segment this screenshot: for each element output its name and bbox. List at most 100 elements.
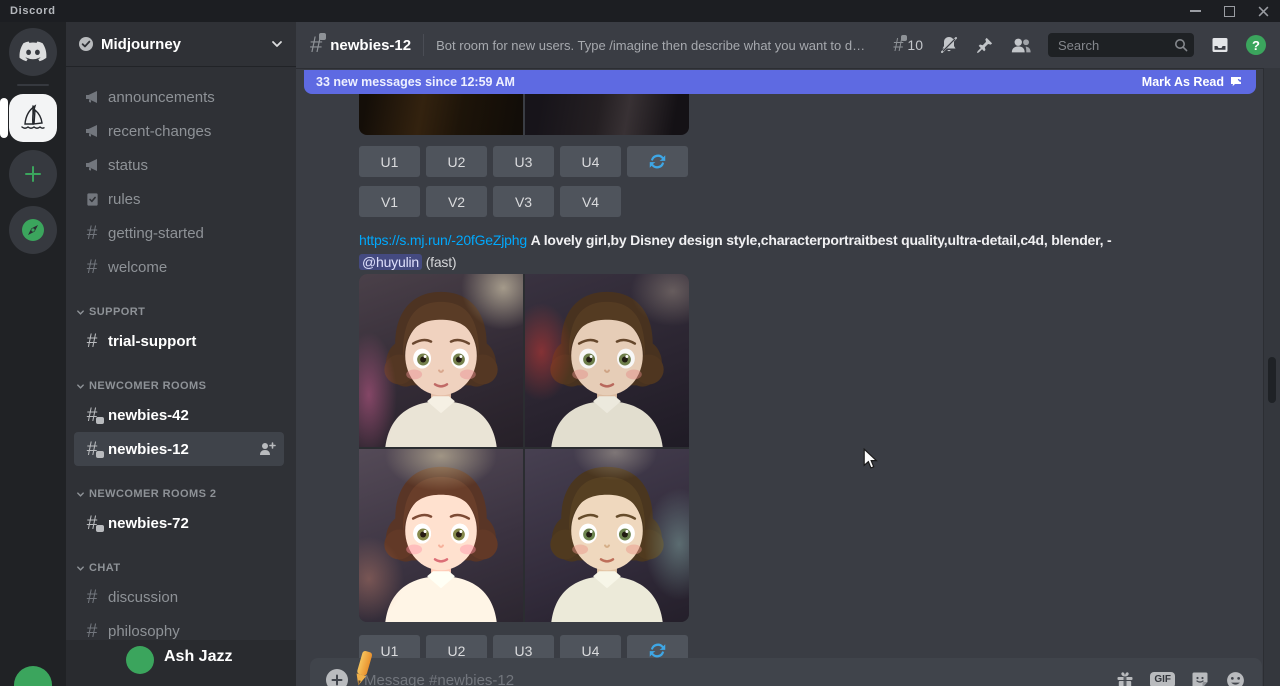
rail-avatar-partial[interactable] bbox=[14, 666, 52, 686]
chevron-down-icon bbox=[76, 382, 85, 391]
refresh-icon bbox=[649, 642, 666, 659]
gif-button[interactable]: GIF bbox=[1150, 672, 1175, 686]
discord-logo-icon bbox=[18, 40, 48, 64]
upscale-4-button[interactable]: U4 bbox=[560, 146, 621, 177]
rail-separator bbox=[17, 84, 49, 86]
category-support[interactable]: SUPPORT bbox=[66, 300, 296, 324]
megaphone-icon bbox=[82, 89, 102, 105]
message-input[interactable] bbox=[362, 671, 1103, 686]
search-input[interactable] bbox=[1056, 37, 1174, 54]
category-chat[interactable]: CHAT bbox=[66, 556, 296, 580]
plus-icon bbox=[22, 163, 44, 185]
channel-topic[interactable]: Bot room for new users. Type /imagine th… bbox=[436, 38, 866, 53]
help-button[interactable]: ? bbox=[1246, 35, 1266, 55]
channel-newbies-42[interactable]: # newbies-42 bbox=[74, 398, 284, 432]
mark-as-read-label: Mark As Read bbox=[1142, 75, 1224, 89]
upscale-3-button[interactable]: U3 bbox=[493, 146, 554, 177]
user-avatar[interactable] bbox=[126, 646, 154, 674]
search-bar[interactable] bbox=[1048, 33, 1194, 57]
new-messages-text: 33 new messages since 12:59 AM bbox=[316, 75, 515, 89]
message-scroll-region[interactable]: U1 U2 U3 U4 V1 V2 V3 V4 https://s.mj.run… bbox=[296, 68, 1264, 686]
reroll-button[interactable] bbox=[627, 146, 688, 177]
variation-1-button[interactable]: V1 bbox=[359, 186, 420, 217]
hash-chat-icon: # bbox=[82, 514, 102, 533]
header-divider bbox=[423, 34, 424, 56]
upscale-button-row: U1 U2 U3 U4 bbox=[359, 146, 1264, 177]
plus-icon bbox=[331, 674, 343, 686]
channel-label: getting-started bbox=[108, 225, 276, 242]
channel-newbies-72[interactable]: # newbies-72 bbox=[74, 506, 284, 540]
previous-image-right[interactable] bbox=[525, 94, 689, 135]
generated-image-quadrant-1[interactable] bbox=[359, 274, 523, 447]
invite-member-icon[interactable] bbox=[258, 441, 276, 457]
new-messages-bar[interactable]: 33 new messages since 12:59 AM Mark As R… bbox=[304, 70, 1256, 94]
previous-image-left[interactable] bbox=[359, 94, 523, 135]
channel-recent-changes[interactable]: recent-changes bbox=[74, 114, 284, 148]
member-list-button[interactable] bbox=[1010, 36, 1032, 54]
user-mention[interactable]: @huyulin bbox=[359, 254, 422, 270]
pinned-messages-button[interactable] bbox=[975, 36, 994, 55]
channel-trial-support[interactable]: # trial-support bbox=[74, 324, 284, 358]
attach-button[interactable] bbox=[326, 669, 348, 686]
category-newcomer-rooms-2[interactable]: NEWCOMER ROOMS 2 bbox=[66, 482, 296, 506]
channel-newbies-12[interactable]: # newbies-12 bbox=[74, 432, 284, 466]
titlebar: Discord bbox=[0, 0, 1280, 22]
active-server-pill bbox=[0, 98, 8, 138]
chevron-down-icon bbox=[270, 37, 284, 51]
channel-label: rules bbox=[108, 191, 276, 208]
mouse-cursor bbox=[862, 448, 878, 470]
maximize-button[interactable] bbox=[1212, 0, 1246, 22]
add-server-button[interactable] bbox=[9, 150, 57, 198]
hash-icon: # bbox=[82, 588, 102, 607]
upscale-2-button[interactable]: U2 bbox=[426, 146, 487, 177]
prompt-link[interactable]: https://s.mj.run/-20fGeZjphg bbox=[359, 232, 527, 248]
threads-button[interactable]: # 10 bbox=[893, 36, 923, 54]
channel-label: newbies-42 bbox=[108, 407, 276, 424]
upscale-1-button[interactable]: U1 bbox=[359, 146, 420, 177]
explore-servers-button[interactable] bbox=[9, 206, 57, 254]
previous-image-grid-partial[interactable] bbox=[359, 94, 689, 135]
channel-announcements[interactable]: announcements bbox=[74, 80, 284, 114]
sticker-icon bbox=[1190, 670, 1210, 686]
members-icon bbox=[1010, 36, 1032, 54]
mark-as-read-button[interactable]: Mark As Read bbox=[1142, 75, 1244, 89]
chat-scrollbar-thumb[interactable] bbox=[1268, 357, 1276, 403]
channel-getting-started[interactable]: # getting-started bbox=[74, 216, 284, 250]
sticker-button[interactable] bbox=[1190, 670, 1210, 686]
variation-3-button[interactable]: V3 bbox=[493, 186, 554, 217]
sailboat-icon bbox=[17, 102, 49, 134]
chevron-down-icon bbox=[76, 490, 85, 499]
generated-image-quadrant-3[interactable] bbox=[359, 449, 523, 622]
discord-home-button[interactable] bbox=[9, 28, 57, 76]
channel-status[interactable]: status bbox=[74, 148, 284, 182]
message-composer[interactable]: GIF bbox=[310, 658, 1262, 686]
window-controls bbox=[1178, 0, 1280, 22]
gift-icon bbox=[1115, 670, 1135, 686]
channel-discussion[interactable]: # discussion bbox=[74, 580, 284, 614]
channel-rules[interactable]: rules bbox=[74, 182, 284, 216]
generated-image-quadrant-2[interactable] bbox=[525, 274, 689, 447]
channel-list: announcements recent-changes status rule… bbox=[66, 54, 296, 686]
chat-area: # newbies-12 Bot room for new users. Typ… bbox=[296, 22, 1280, 686]
user-area[interactable]: Ash Jazz bbox=[66, 640, 296, 686]
variation-button-row: V1 V2 V3 V4 bbox=[359, 186, 1264, 217]
emoji-button[interactable] bbox=[1225, 670, 1246, 686]
minimize-button[interactable] bbox=[1178, 0, 1212, 22]
server-header[interactable]: Midjourney bbox=[66, 22, 296, 66]
variation-4-button[interactable]: V4 bbox=[560, 186, 621, 217]
channel-label: welcome bbox=[108, 259, 276, 276]
category-newcomer-rooms[interactable]: NEWCOMER ROOMS bbox=[66, 374, 296, 398]
notifications-muted-button[interactable] bbox=[939, 35, 959, 55]
chat-scrollbar-track[interactable] bbox=[1263, 68, 1280, 686]
gift-button[interactable] bbox=[1115, 670, 1135, 686]
hash-chat-icon: # bbox=[82, 406, 102, 425]
generated-image-quadrant-4[interactable] bbox=[525, 449, 689, 622]
generated-image-grid[interactable] bbox=[359, 274, 689, 622]
prompt-text: A lovely girl,by Disney design style,cha… bbox=[531, 232, 1112, 248]
close-button[interactable] bbox=[1246, 0, 1280, 22]
channel-welcome[interactable]: # welcome bbox=[74, 250, 284, 284]
inbox-button[interactable] bbox=[1210, 35, 1230, 55]
midjourney-server-button[interactable] bbox=[9, 94, 57, 142]
chevron-down-icon bbox=[76, 308, 85, 317]
variation-2-button[interactable]: V2 bbox=[426, 186, 487, 217]
